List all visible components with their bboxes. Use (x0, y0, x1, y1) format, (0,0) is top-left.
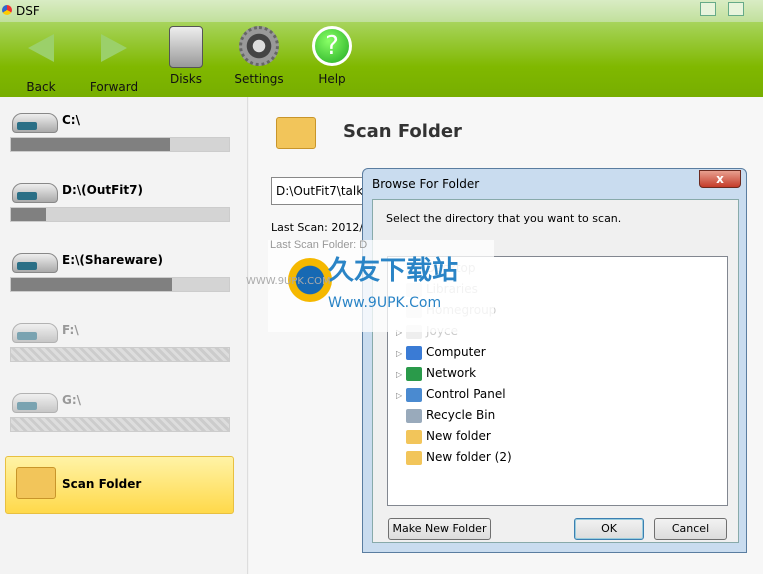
back-label: Back (26, 80, 56, 94)
drive-unavailable-icon (12, 323, 58, 343)
tree-item-label: New folder (426, 429, 491, 443)
drive-label: C:\ (62, 113, 80, 127)
drive-icon (12, 113, 58, 133)
cancel-button[interactable]: Cancel (654, 518, 727, 540)
drive-label: D:\(OutFit7) (62, 183, 143, 197)
back-arrow-icon (28, 34, 54, 62)
minimize-button[interactable] (700, 2, 716, 16)
last-scan-text: Last Scan: 2012/8/ (271, 221, 374, 234)
tree-item[interactable]: New folder (396, 429, 491, 449)
usage-bar (10, 277, 230, 292)
tree-item-label: Control Panel (426, 387, 506, 401)
usage-bar (10, 347, 230, 362)
usage-bar (10, 417, 230, 432)
tree-item-label: New folder (2) (426, 450, 512, 464)
expand-icon[interactable]: ▷ (396, 370, 406, 379)
network-icon (406, 366, 422, 381)
watermark: 久友下载站 Www.9UPK.Com WWW.9UPK.COM (246, 240, 494, 332)
computer-icon (406, 345, 422, 360)
help-button[interactable]: ? Help (302, 26, 362, 86)
drive-icon (12, 253, 58, 273)
hard-disk-icon (169, 26, 203, 68)
last-scan-folder-text: Last Scan Folder: D (270, 239, 368, 251)
gear-icon (239, 26, 279, 66)
forward-label: Forward (89, 80, 139, 94)
tree-item[interactable]: ▷ Control Panel (396, 387, 506, 407)
page-title: Scan Folder (343, 121, 462, 142)
disks-label: Disks (169, 72, 203, 86)
settings-button[interactable]: Settings (229, 26, 289, 86)
title-bar: DSF (0, 0, 763, 22)
dialog-title: Browse For Folder (372, 177, 480, 191)
ok-button[interactable]: OK (574, 518, 644, 540)
folder-icon (406, 450, 422, 465)
make-new-folder-button[interactable]: Make New Folder (388, 518, 491, 540)
dialog-instruction: Select the directory that you want to sc… (386, 212, 622, 225)
tree-item[interactable]: ▷ Network (396, 366, 476, 386)
scan-folder-label: Scan Folder (62, 477, 142, 491)
drive-label: E:\(Shareware) (62, 253, 163, 267)
watermark-small: WWW.9UPK.COM (246, 276, 331, 287)
drive-icon (12, 183, 58, 203)
sidebar: C:\ D:\(OutFit7) E:\(Shareware) F:\ G:\ … (0, 97, 248, 574)
help-icon: ? (312, 26, 352, 66)
tree-item-label: Computer (426, 345, 486, 359)
close-button[interactable]: x (699, 170, 741, 188)
maximize-button[interactable] (728, 2, 744, 16)
usage-bar (10, 207, 230, 222)
toolbar: Back Forward Disks Settings ? Help (0, 22, 763, 97)
settings-label: Settings (234, 72, 284, 86)
drive-label: F:\ (62, 323, 79, 337)
disks-button[interactable]: Disks (156, 26, 216, 86)
tree-item-label: Network (426, 366, 477, 380)
expand-icon[interactable]: ▷ (396, 349, 406, 358)
recycle-bin-icon (406, 408, 422, 423)
app-title: DSF (16, 4, 40, 18)
tree-item-label: Recycle Bin (426, 408, 496, 422)
watermark-url: Www.9UPK.Com (328, 295, 442, 311)
folder-search-icon (276, 117, 316, 149)
folder-icon (406, 429, 422, 444)
folder-search-icon (16, 467, 56, 499)
control-panel-icon (406, 387, 422, 402)
app-icon (2, 5, 12, 15)
help-label: Help (318, 72, 346, 86)
drive-unavailable-icon (12, 393, 58, 413)
scan-folder-button[interactable]: Scan Folder (5, 456, 234, 514)
watermark-text: 久友下载站 (328, 256, 459, 286)
tree-item[interactable]: Recycle Bin (396, 408, 495, 428)
tree-item[interactable]: New folder (2) (396, 450, 512, 470)
back-button[interactable]: Back (11, 26, 71, 94)
browse-for-folder-dialog: Browse For Folder x Select the directory… (362, 168, 747, 553)
forward-button[interactable]: Forward (84, 26, 144, 94)
drive-label: G:\ (62, 393, 82, 407)
tree-item[interactable]: ▷ Computer (396, 345, 486, 365)
usage-bar (10, 137, 230, 152)
expand-icon[interactable]: ▷ (396, 391, 406, 400)
forward-arrow-icon (101, 34, 127, 62)
